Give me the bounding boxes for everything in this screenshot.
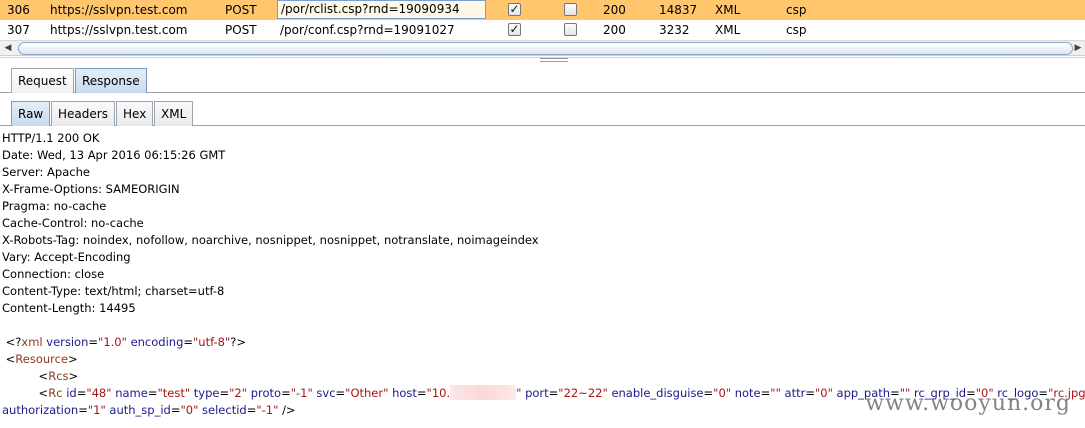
xml-attr-value: "0" bbox=[814, 386, 833, 400]
response-header-line: Server: Apache bbox=[2, 165, 90, 179]
xml-resource-open: <Resource> bbox=[2, 352, 78, 366]
tab-request[interactable]: Request bbox=[11, 68, 74, 93]
response-header-line: Date: Wed, 13 Apr 2016 06:15:26 GMT bbox=[2, 148, 226, 162]
response-header-line: Cache-Control: no-cache bbox=[2, 216, 144, 230]
xml-attr-value: "10. bbox=[426, 386, 451, 400]
cell-status: 200 bbox=[603, 23, 626, 37]
xml-attr-value: "1.0" bbox=[98, 335, 127, 349]
params-checkbox[interactable]: ✓ bbox=[508, 23, 521, 36]
cell-host: https://sslvpn.test.com bbox=[50, 3, 188, 17]
xml-attr-name: authorization bbox=[2, 403, 79, 417]
tab-raw[interactable]: Raw bbox=[11, 101, 51, 126]
xml-attr-value: "1" bbox=[87, 403, 106, 417]
cell-mime: XML bbox=[715, 23, 741, 37]
cell-host: https://sslvpn.test.com bbox=[50, 23, 188, 37]
xml-attr-name: host bbox=[392, 386, 417, 400]
response-header-line: X-Frame-Options: SAMEORIGIN bbox=[2, 182, 180, 196]
xml-attr-name: port bbox=[525, 386, 549, 400]
edited-checkbox[interactable] bbox=[564, 23, 577, 36]
tab-hex[interactable]: Hex bbox=[116, 101, 154, 126]
xml-attr-name: selectid bbox=[202, 403, 247, 417]
cell-length: 3232 bbox=[659, 23, 690, 37]
cell-length: 14837 bbox=[659, 3, 698, 17]
xml-attr-value: "-1" bbox=[290, 386, 313, 400]
xml-attr-value: "2" bbox=[229, 386, 248, 400]
cell-mime: XML bbox=[715, 3, 741, 17]
response-header-line: X-Robots-Tag: noindex, nofollow, noarchi… bbox=[2, 233, 539, 247]
xml-attr-name: svc bbox=[316, 386, 336, 400]
table-row[interactable]: 307 https://sslvpn.test.com POST/por/conf.… bbox=[0, 20, 1085, 40]
xml-attr-name: note bbox=[734, 386, 761, 400]
response-header-line: HTTP/1.1 200 OK bbox=[2, 131, 100, 145]
scroll-right-icon[interactable]: ▶ bbox=[1073, 43, 1083, 54]
splitter-grip-icon[interactable] bbox=[540, 58, 568, 62]
xml-attr-value: "0" bbox=[180, 403, 199, 417]
table-row[interactable]: 306 https://sslvpn.test.com POST/por/rclis… bbox=[0, 0, 1085, 20]
xml-punct: <? bbox=[5, 335, 22, 349]
xml-tag-name: xml bbox=[21, 335, 43, 349]
redacted-host bbox=[450, 385, 517, 400]
tab-divider bbox=[0, 92, 1085, 93]
xml-attr-name: name bbox=[115, 386, 148, 400]
xml-attr-name: id bbox=[66, 386, 77, 400]
cell-id: 307 bbox=[7, 23, 30, 37]
xml-attr-name: type bbox=[193, 386, 220, 400]
cell-extension: csp bbox=[786, 23, 807, 37]
xml-attr-name: enable_disguise bbox=[611, 386, 704, 400]
tab-xml[interactable]: XML bbox=[154, 101, 194, 126]
history-table: 306 https://sslvpn.test.com POST/por/rclis… bbox=[0, 0, 1085, 40]
cell-id: 306 bbox=[7, 3, 30, 17]
cell-url: /por/rclist.csp?rnd=19090934 bbox=[277, 0, 486, 19]
xml-attr-value: "48" bbox=[86, 386, 112, 400]
xml-punct: /> bbox=[282, 403, 296, 417]
view-tabs: Raw Headers Hex XML bbox=[0, 100, 1085, 126]
xml-attr-value: "-1" bbox=[256, 403, 279, 417]
watermark: www.wooyun.org bbox=[865, 391, 1071, 416]
xml-attr-value: "utf-8" bbox=[193, 335, 231, 349]
message-tabs: Request Response bbox=[0, 67, 1085, 93]
horizontal-scrollbar[interactable]: ◀ ▶ bbox=[0, 40, 1085, 56]
cell-url: /por/conf.csp?rnd=19091027 bbox=[280, 23, 455, 37]
scroll-left-icon[interactable]: ◀ bbox=[3, 43, 13, 54]
xml-attr-value: "" bbox=[770, 386, 781, 400]
cell-method: POST bbox=[225, 23, 257, 37]
xml-punct: ?> bbox=[230, 335, 247, 349]
xml-attr-value: "Other" bbox=[345, 386, 389, 400]
params-checkbox[interactable]: ✓ bbox=[508, 3, 521, 16]
response-header-line: Connection: close bbox=[2, 267, 105, 281]
scrollbar-thumb[interactable] bbox=[18, 42, 1073, 55]
cell-method: POST bbox=[225, 3, 257, 17]
response-header-line: Content-Type: text/html; charset=utf-8 bbox=[2, 284, 225, 298]
xml-attr-value: "0" bbox=[713, 386, 732, 400]
xml-attr-value: "22~22" bbox=[558, 386, 608, 400]
xml-attr-name: attr bbox=[784, 386, 806, 400]
xml-attr-name: version bbox=[46, 335, 89, 349]
edited-checkbox[interactable] bbox=[564, 3, 577, 16]
tab-headers[interactable]: Headers bbox=[51, 101, 115, 126]
xml-attr-value: " bbox=[516, 386, 522, 400]
xml-attr-name: proto bbox=[250, 386, 282, 400]
xml-declaration: <?xml version="1.0" encoding="utf-8"?> bbox=[5, 335, 247, 349]
response-header-line: Content-Length: 14495 bbox=[2, 301, 136, 315]
xml-attr-value: "test" bbox=[157, 386, 191, 400]
xml-attr-name: auth_sp_id bbox=[109, 403, 171, 417]
response-body[interactable]: HTTP/1.1 200 OK Date: Wed, 13 Apr 2016 06… bbox=[2, 130, 1085, 419]
xml-rcs-open: <Rcs> bbox=[2, 369, 79, 383]
response-header-line: Pragma: no-cache bbox=[2, 199, 107, 213]
tab-response[interactable]: Response bbox=[75, 68, 147, 93]
xml-tag-name: Rc bbox=[48, 386, 63, 400]
cell-extension: csp bbox=[786, 3, 807, 17]
response-header-line: Vary: Accept-Encoding bbox=[2, 250, 131, 264]
xml-attr-name: encoding bbox=[130, 335, 184, 349]
xml-tag-name: Resource bbox=[15, 352, 69, 366]
cell-status: 200 bbox=[603, 3, 626, 17]
xml-tag-name: Rcs bbox=[48, 369, 69, 383]
